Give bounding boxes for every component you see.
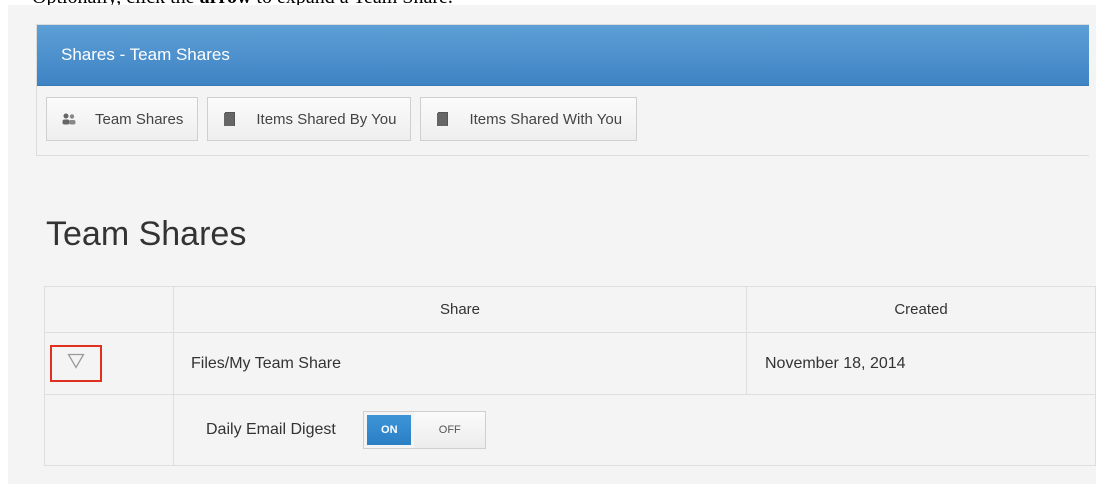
column-header-share[interactable]: Share <box>173 286 747 333</box>
tab-label: Team Shares <box>95 110 184 128</box>
tab-label: Items Shared By You <box>256 110 397 128</box>
document-icon <box>222 111 238 127</box>
document-icon <box>435 111 451 127</box>
share-name-cell[interactable]: Files/My Team Share <box>173 332 747 395</box>
digest-cell: Daily Email Digest ON OFF <box>173 394 1096 466</box>
triangle-down-icon <box>67 353 85 374</box>
tab-label: Items Shared With You <box>469 110 623 128</box>
column-header-created[interactable]: Created <box>746 286 1096 333</box>
team-shares-table: Share Created Files/My Team Share Novemb… <box>44 286 1096 466</box>
digest-toggle[interactable]: ON OFF <box>363 411 487 449</box>
table-row: Files/My Team Share November 18, 2014 <box>44 332 1096 395</box>
toggle-on-button[interactable]: ON <box>367 415 412 445</box>
created-date-cell: November 18, 2014 <box>746 332 1096 395</box>
expand-cell <box>44 332 174 395</box>
users-icon <box>61 111 77 127</box>
tab-items-shared-with-you[interactable]: Items Shared With You <box>420 97 638 141</box>
table-header-row: Share Created <box>44 286 1096 333</box>
column-header-expand <box>44 286 174 333</box>
tab-items-shared-by-you[interactable]: Items Shared By You <box>207 97 412 141</box>
expand-arrow-button[interactable] <box>50 345 102 382</box>
panel-title: Shares - Team Shares <box>37 25 1089 86</box>
tab-team-shares[interactable]: Team Shares <box>46 97 199 141</box>
expanded-row: Daily Email Digest ON OFF <box>44 394 1096 466</box>
digest-label: Daily Email Digest <box>206 421 336 438</box>
toggle-off-button[interactable]: OFF <box>414 412 486 448</box>
page-title: Team Shares <box>46 215 247 253</box>
shares-panel: Shares - Team Shares Team Shares Items S <box>36 24 1089 156</box>
expanded-spacer-cell <box>44 394 174 466</box>
tab-bar: Team Shares Items Shared By You Items Sh… <box>46 97 646 141</box>
